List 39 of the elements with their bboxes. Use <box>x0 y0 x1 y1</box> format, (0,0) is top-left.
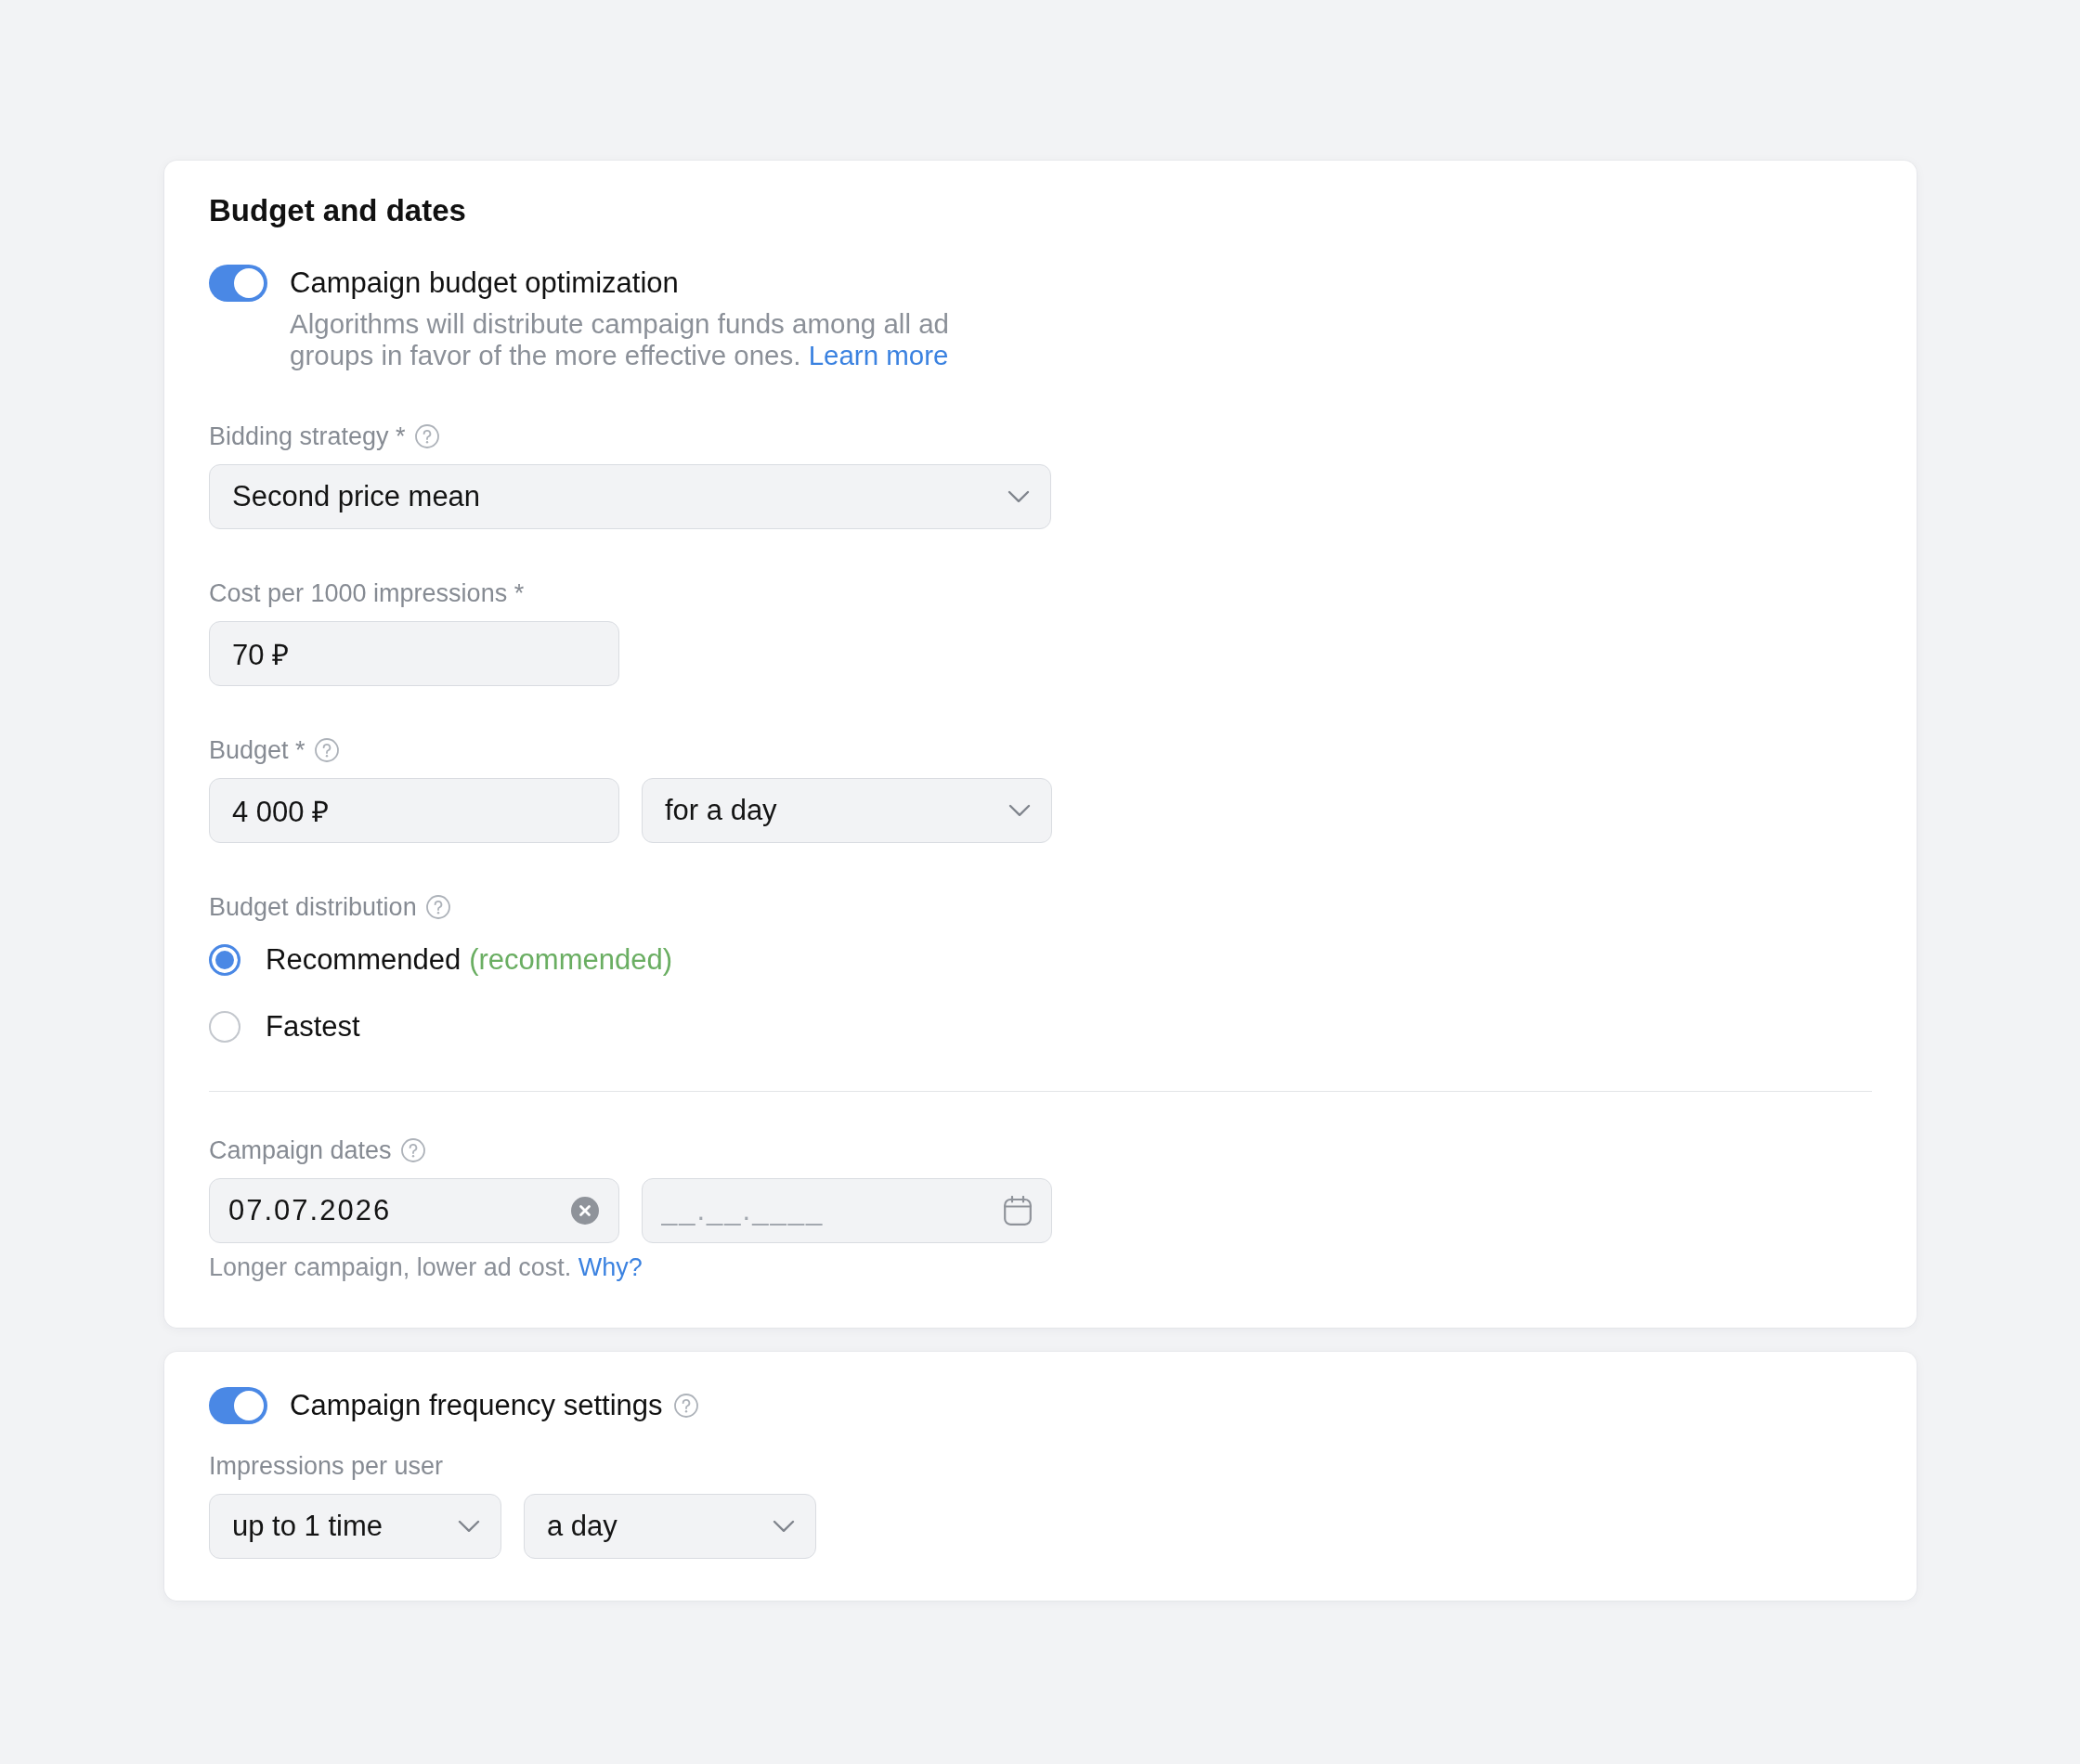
help-icon[interactable] <box>400 1138 425 1162</box>
radio-button[interactable] <box>209 1011 240 1043</box>
section-title: Budget and dates <box>209 194 467 227</box>
hint-text: Longer campaign, lower ad cost. Why? <box>209 1252 644 1282</box>
field-label: Budget distribution <box>209 892 417 922</box>
field-label: Budget * <box>209 735 306 765</box>
chevron-down-icon <box>1008 490 1030 503</box>
option-note: (recommended) <box>469 942 673 978</box>
toggle-label: Campaign budget optimization <box>290 266 680 301</box>
help-icon[interactable] <box>425 895 450 919</box>
toggle-label: Campaign frequency settings <box>290 1388 663 1423</box>
select-field[interactable]: up to 1 time <box>209 1494 501 1559</box>
description-link[interactable]: Learn more <box>808 340 949 370</box>
chevron-down-icon <box>458 1520 480 1533</box>
help-icon[interactable] <box>673 1394 698 1418</box>
description-text: Algorithms will distribute campaign funds among all ad groups in favor of the more effective ones. Learn more <box>290 308 950 371</box>
chevron-down-icon <box>1008 804 1031 817</box>
calendar-icon[interactable] <box>1004 1196 1032 1226</box>
chevron-down-icon <box>773 1520 795 1533</box>
input-field[interactable]: 4 000 ₽ <box>209 778 619 843</box>
help-icon[interactable] <box>414 424 439 448</box>
field-label: Impressions per user <box>209 1451 444 1481</box>
select-field[interactable]: for a day <box>642 778 1052 843</box>
select-field[interactable]: Second price mean <box>209 464 1051 529</box>
date-field[interactable]: __.__.____ <box>642 1178 1052 1243</box>
field-label: Cost per 1000 impressions * <box>209 578 525 608</box>
help-icon[interactable] <box>314 738 339 762</box>
radio-label: Recommended <box>266 942 462 978</box>
radio-button[interactable] <box>209 944 240 976</box>
toggle-switch[interactable] <box>209 265 267 302</box>
field-label: Bidding strategy * <box>209 422 406 451</box>
radio-label: Fastest <box>266 1009 360 1044</box>
field-label: Campaign dates <box>209 1135 392 1165</box>
input-field[interactable]: 70 ₽ <box>209 621 619 686</box>
hint-link[interactable]: Why? <box>578 1253 643 1281</box>
clear-icon[interactable] <box>571 1197 599 1225</box>
select-field[interactable]: a day <box>524 1494 816 1559</box>
date-field[interactable]: 07.07.2026 <box>209 1178 619 1243</box>
toggle-switch[interactable] <box>209 1387 267 1424</box>
